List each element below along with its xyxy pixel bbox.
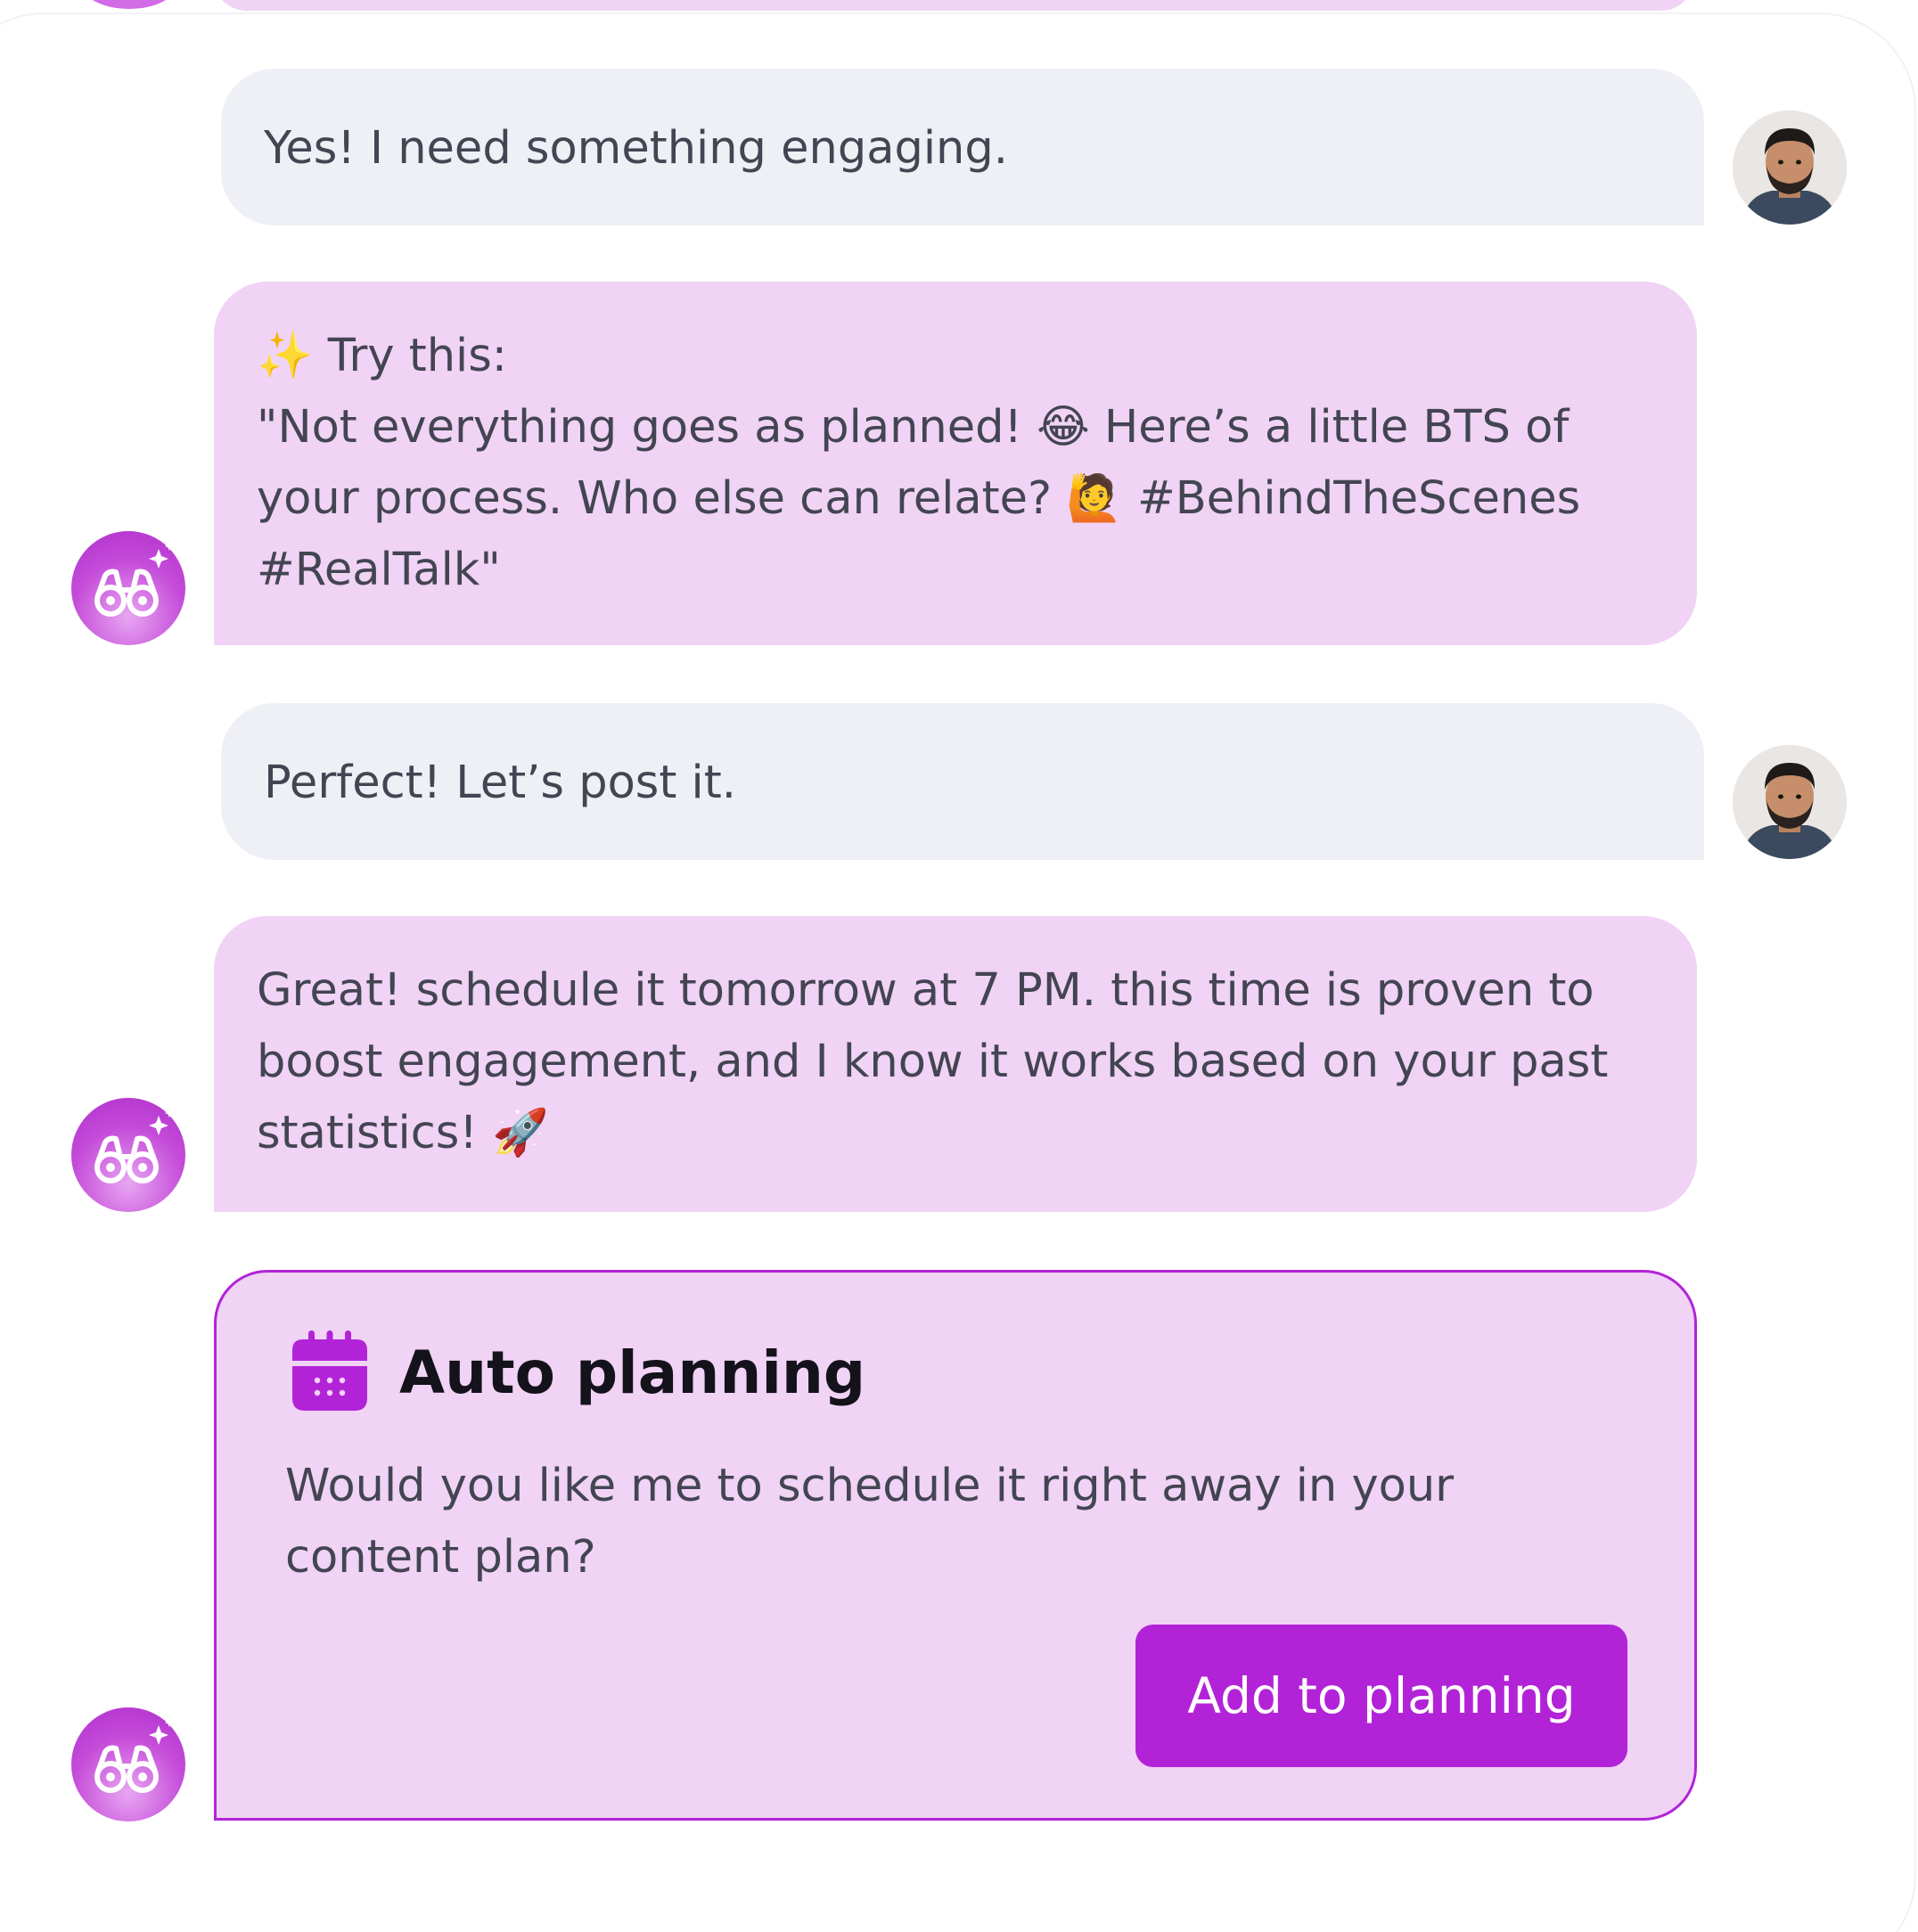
add-to-planning-button[interactable]: Add to planning [1135, 1625, 1627, 1767]
assistant-message-bubble: ✨ Try this: "Not everything goes as plan… [214, 282, 1697, 645]
auto-planning-card: Auto planning Would you like me to sched… [214, 1270, 1697, 1821]
user-avatar [1733, 111, 1847, 225]
chat-screen: Yes! I need something engaging. ✨ Try th… [0, 0, 1918, 1932]
assistant-bubble-partial [214, 0, 1693, 11]
message-text-line: Great! schedule it tomorrow at 7 PM. thi… [257, 964, 1594, 1017]
message-text-line: #RealTalk" [257, 544, 501, 596]
user-message-bubble: Yes! I need something engaging. [221, 69, 1704, 225]
card-body: Would you like me to schedule it right a… [285, 1451, 1533, 1593]
assistant-message-bubble: Great! schedule it tomorrow at 7 PM. thi… [214, 916, 1697, 1212]
binoculars-sparkle-icon [94, 1718, 174, 1793]
message-text-line: your process. Who else can relate? 🙋 #Be… [257, 472, 1581, 525]
user-message-bubble: Perfect! Let’s post it. [221, 703, 1704, 860]
user-photo-avatar-icon [1733, 745, 1847, 859]
message-text: Perfect! Let’s post it. [264, 757, 736, 809]
card-title: Auto planning [399, 1338, 866, 1407]
assistant-avatar [71, 1098, 185, 1212]
message-text: Yes! I need something engaging. [264, 122, 1008, 175]
message-text-line: "Not everything goes as planned! 😂 Here’… [257, 401, 1570, 454]
card-body-line: Would you like me to schedule it right a… [285, 1460, 1455, 1512]
calendar-icon [292, 1330, 367, 1411]
binoculars-sparkle-icon [94, 1109, 174, 1183]
card-body-line: content plan? [285, 1531, 596, 1584]
message-text-line: boost engagement, and I know it works ba… [257, 1036, 1609, 1088]
assistant-avatar-partial [80, 0, 178, 9]
user-avatar [1733, 745, 1847, 859]
message-text-line: ✨ Try this: [257, 330, 507, 382]
binoculars-sparkle-icon [94, 542, 174, 617]
message-text-line: statistics! 🚀 [257, 1107, 549, 1159]
assistant-avatar [71, 1707, 185, 1821]
user-photo-avatar-icon [1733, 111, 1847, 225]
assistant-avatar [71, 531, 185, 645]
